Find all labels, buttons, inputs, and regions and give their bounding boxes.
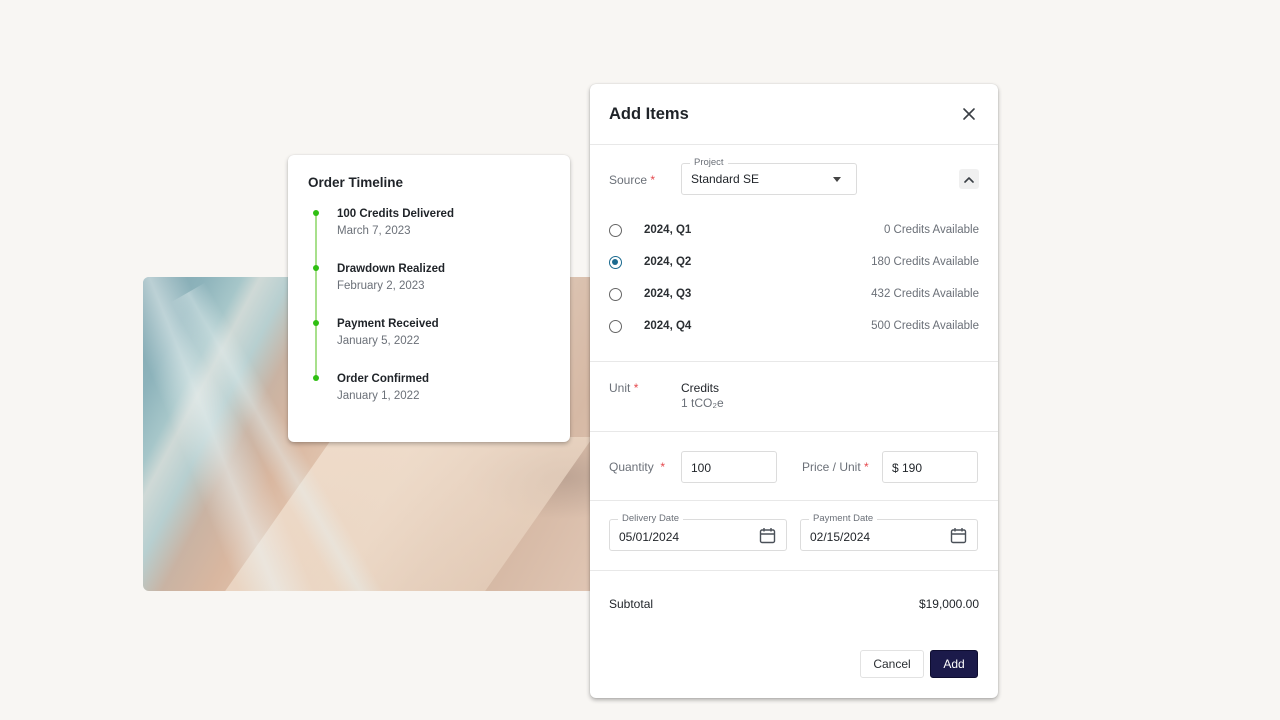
close-icon [963,108,975,120]
timeline-dot-icon [313,265,319,271]
vintage-label: 2024, Q1 [644,224,692,236]
calendar-icon[interactable] [950,527,967,544]
source-label: Source * [609,173,656,187]
unit-name: Credits [681,381,720,395]
timeline-event-date: February 2, 2023 [337,280,425,292]
delivery-date-label: Delivery Date [618,513,684,525]
timeline-event-date: January 1, 2022 [337,390,420,402]
vintage-option-2024-q3[interactable]: 2024, Q3 432 Credits Available [609,278,979,310]
timeline-list: 100 Credits Delivered March 7, 2023 Draw… [308,206,550,426]
timeline-dot-icon [313,210,319,216]
payment-date-label: Payment Date [809,513,878,525]
project-select-label: Project [690,157,728,169]
radio-button-selected[interactable] [609,255,622,269]
unit-section: Unit * Credits 1 tCO₂e [590,362,998,432]
add-button[interactable]: Add [930,650,978,678]
required-mark: * [633,381,639,395]
calendar-icon[interactable] [759,527,776,544]
radio-button[interactable] [609,287,622,301]
caret-down-icon [833,177,841,182]
vintage-label: 2024, Q2 [644,256,692,268]
radio-button[interactable] [609,223,622,237]
timeline-dot-icon [313,375,319,381]
subtotal-label: Subtotal [609,597,654,611]
timeline-event-label: 100 Credits Delivered [337,208,454,220]
payment-date-value: 02/15/2024 [810,530,871,544]
timeline-event: Drawdown Realized February 2, 2023 [313,261,550,316]
quantity-label: Quantity * [609,460,666,474]
timeline-event-label: Drawdown Realized [337,263,445,275]
source-section: Source * Project Standard SE 2024, Q1 0 … [590,145,998,362]
close-button[interactable] [959,104,979,124]
price-value: $ 190 [892,461,923,475]
credits-available: 432 Credits Available [871,288,979,300]
add-items-dialog: Add Items Source * Project Standard SE 2… [590,84,998,698]
dialog-header: Add Items [590,84,998,145]
order-timeline-card: Order Timeline 100 Credits Delivered Mar… [288,155,570,442]
cancel-button[interactable]: Cancel [860,650,924,678]
dialog-title: Add Items [609,104,689,123]
vintage-option-2024-q1[interactable]: 2024, Q1 0 Credits Available [609,214,979,246]
vintage-option-2024-q2[interactable]: 2024, Q2 180 Credits Available [609,246,979,278]
timeline-event: Order Confirmed January 1, 2022 [313,371,550,426]
timeline-dot-icon [313,320,319,326]
vintage-label: 2024, Q3 [644,288,692,300]
timeline-event-date: January 5, 2022 [337,335,420,347]
timeline-event-date: March 7, 2023 [337,225,411,237]
vintage-label: 2024, Q4 [644,320,692,332]
required-mark: * [660,460,666,474]
credits-available: 0 Credits Available [883,224,979,236]
timeline-event-label: Payment Received [337,318,439,330]
price-per-unit-input[interactable]: $ 190 [882,451,978,483]
delivery-date-input[interactable]: Delivery Date 05/01/2024 [609,513,787,551]
timeline-event: 100 Credits Delivered March 7, 2023 [313,206,550,261]
vintage-option-2024-q4[interactable]: 2024, Q4 500 Credits Available [609,310,979,342]
timeline-event: Payment Received January 5, 2022 [313,316,550,371]
quantity-value: 100 [691,461,712,475]
delivery-date-value: 05/01/2024 [619,530,680,544]
quantity-price-section: Quantity * 100 Price / Unit * $ 190 [590,432,998,501]
dates-section: Delivery Date 05/01/2024 Payment Date 02… [590,501,998,571]
credits-available: 180 Credits Available [871,256,979,268]
price-per-unit-label: Price / Unit * [802,460,869,474]
timeline-event-label: Order Confirmed [337,373,430,385]
chevron-up-icon [964,176,974,183]
collapse-button[interactable] [959,169,979,189]
subtotal-value: $19,000.00 [918,597,979,611]
required-mark: * [864,460,869,474]
radio-button[interactable] [609,319,622,333]
timeline-connector [315,212,317,377]
project-select-value: Standard SE [691,172,760,186]
credits-available: 500 Credits Available [871,320,979,332]
unit-label: Unit * [609,381,639,395]
quantity-input[interactable]: 100 [681,451,777,483]
unit-description: 1 tCO₂e [681,396,724,410]
vintage-radio-group: 2024, Q1 0 Credits Available 2024, Q2 18… [609,214,979,342]
required-mark: * [650,173,656,187]
payment-date-input[interactable]: Payment Date 02/15/2024 [800,513,978,551]
subtotal-row: Subtotal $19,000.00 [609,597,979,611]
timeline-title: Order Timeline [308,175,404,190]
project-select[interactable]: Project Standard SE [681,157,857,195]
